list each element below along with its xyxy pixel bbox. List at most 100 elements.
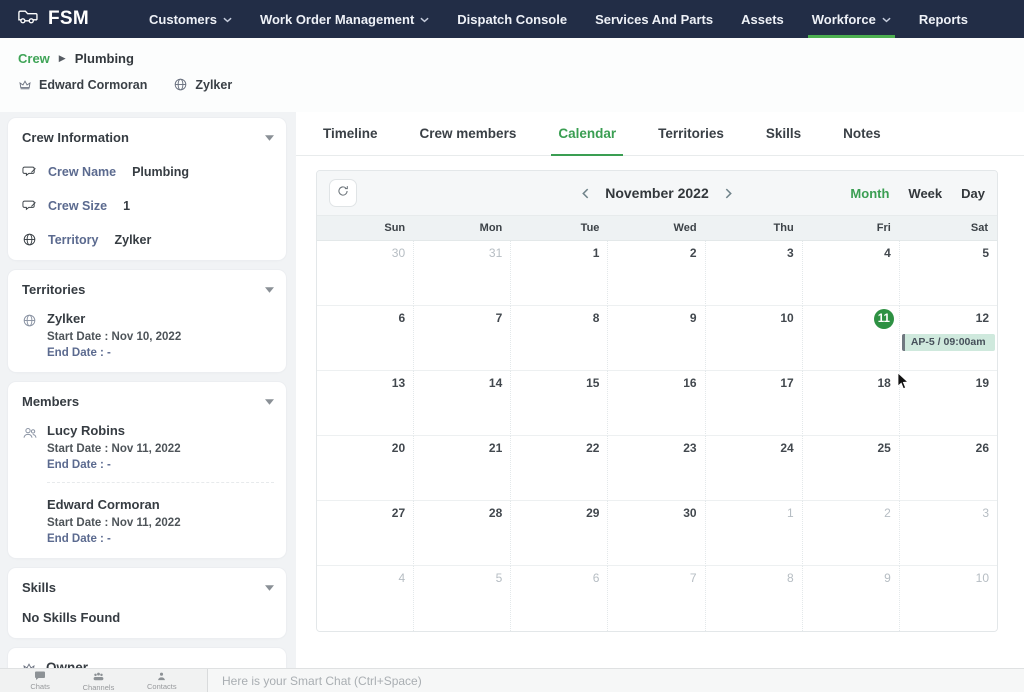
calendar-cell[interactable]: 20 xyxy=(317,436,414,501)
calendar-cell[interactable]: 18 xyxy=(803,371,900,436)
tab-territories[interactable]: Territories xyxy=(637,112,745,155)
territories-header[interactable]: Territories xyxy=(22,282,274,297)
tab-timeline[interactable]: Timeline xyxy=(302,112,399,155)
refresh-button[interactable] xyxy=(329,179,357,207)
calendar-cell[interactable]: 2 xyxy=(608,241,705,306)
dock-item-channels[interactable]: Channels xyxy=(83,670,115,692)
calendar-cell[interactable]: 10 xyxy=(706,306,803,371)
calendar-cell[interactable]: 13 xyxy=(317,371,414,436)
calendar-cell[interactable]: 5 xyxy=(414,566,511,631)
calendar-cell[interactable]: 3 xyxy=(900,501,997,566)
chat-dock: Chats Channels Contacts xyxy=(0,669,208,692)
calendar-cell[interactable]: 30 xyxy=(317,241,414,306)
prev-month-button[interactable] xyxy=(579,185,592,202)
day-number: 14 xyxy=(489,376,502,390)
nav-item-dispatch-console[interactable]: Dispatch Console xyxy=(443,0,581,38)
calendar-cell[interactable]: 14 xyxy=(414,371,511,436)
tab-calendar[interactable]: Calendar xyxy=(537,112,637,155)
calendar-cell[interactable]: 7 xyxy=(414,306,511,371)
nav-item-reports[interactable]: Reports xyxy=(905,0,982,38)
calendar-cell[interactable]: 23 xyxy=(608,436,705,501)
breadcrumb-crew-link[interactable]: Crew xyxy=(18,51,50,66)
calendar-cell[interactable]: 8 xyxy=(706,566,803,631)
collapse-caret-icon[interactable] xyxy=(265,399,274,405)
nav-item-work-order-management[interactable]: Work Order Management xyxy=(246,0,443,38)
today-badge[interactable]: 11 xyxy=(874,309,894,329)
calendar-cell[interactable]: 4 xyxy=(803,241,900,306)
owner-header[interactable]: Owner xyxy=(22,660,274,668)
collapse-caret-icon[interactable] xyxy=(265,135,274,141)
collapse-caret-icon[interactable] xyxy=(265,287,274,293)
dock-item-label: Contacts xyxy=(147,683,177,691)
calendar-cell[interactable]: 1 xyxy=(706,501,803,566)
next-month-button[interactable] xyxy=(722,185,735,202)
entity-start-date: Start Date : Nov 11, 2022 xyxy=(47,517,181,529)
app-logo[interactable]: FSM xyxy=(14,7,89,32)
calendar-cell[interactable]: 27 xyxy=(317,501,414,566)
record-territory: Zylker xyxy=(173,77,232,92)
day-number: 17 xyxy=(780,376,793,390)
nav-item-label: Work Order Management xyxy=(260,12,414,27)
calendar-cell[interactable]: 24 xyxy=(706,436,803,501)
view-week-button[interactable]: Week xyxy=(908,186,942,201)
crew-information-header[interactable]: Crew Information xyxy=(22,130,274,145)
day-number: 16 xyxy=(683,376,696,390)
day-number: 22 xyxy=(586,441,599,455)
view-day-button[interactable]: Day xyxy=(961,186,985,201)
tab-crew-members[interactable]: Crew members xyxy=(399,112,538,155)
nav-item-customers[interactable]: Customers xyxy=(135,0,246,38)
calendar-cell[interactable]: 6 xyxy=(317,306,414,371)
calendar-cell[interactable]: 25 xyxy=(803,436,900,501)
skills-title: Skills xyxy=(22,580,56,595)
crown-icon xyxy=(18,78,32,92)
list-item: ZylkerStart Date : Nov 10, 2022End Date … xyxy=(22,311,274,359)
calendar-cell[interactable]: 4 xyxy=(317,566,414,631)
nav-item-assets[interactable]: Assets xyxy=(727,0,798,38)
calendar-cell[interactable]: 12AP-5 / 09:00am xyxy=(900,306,997,371)
calendar-cell[interactable]: 6 xyxy=(511,566,608,631)
calendar-cell[interactable]: 30 xyxy=(608,501,705,566)
top-nav: FSM Customers Work Order Management Dispat… xyxy=(0,0,1024,38)
nav-item-workforce[interactable]: Workforce xyxy=(798,0,905,38)
calendar-cell[interactable]: 5 xyxy=(900,241,997,306)
calendar-cell[interactable]: 9 xyxy=(608,306,705,371)
smart-chat-input[interactable]: Here is your Smart Chat (Ctrl+Space) xyxy=(208,669,1024,692)
calendar-cell[interactable]: 8 xyxy=(511,306,608,371)
dock-item-contacts[interactable]: Contacts xyxy=(147,671,177,691)
dock-item-chats[interactable]: Chats xyxy=(30,670,50,691)
weekday-label: Thu xyxy=(706,222,803,234)
territories-list: ZylkerStart Date : Nov 10, 2022End Date … xyxy=(22,311,274,359)
view-month-button[interactable]: Month xyxy=(850,186,889,201)
calendar-cell[interactable]: 1 xyxy=(511,241,608,306)
calendar-cell[interactable]: 16 xyxy=(608,371,705,436)
event-chip[interactable]: AP-5 / 09:00am xyxy=(902,334,995,351)
members-header[interactable]: Members xyxy=(22,394,274,409)
calendar-cell[interactable]: 3 xyxy=(706,241,803,306)
calendar-cell[interactable]: 17 xyxy=(706,371,803,436)
tab-skills[interactable]: Skills xyxy=(745,112,822,155)
calendar-cell[interactable]: 21 xyxy=(414,436,511,501)
calendar-cell[interactable]: 22 xyxy=(511,436,608,501)
calendar-cell[interactable]: 29 xyxy=(511,501,608,566)
calendar-cell[interactable]: 15 xyxy=(511,371,608,436)
calendar-cell[interactable]: 28 xyxy=(414,501,511,566)
skills-header[interactable]: Skills xyxy=(22,580,274,595)
nav-item-services-and-parts[interactable]: Services And Parts xyxy=(581,0,727,38)
day-number: 30 xyxy=(392,246,405,260)
nav-item-label: Services And Parts xyxy=(595,12,713,27)
calendar-cell[interactable]: 11 xyxy=(803,306,900,371)
calendar-cell[interactable]: 9 xyxy=(803,566,900,631)
skills-card: Skills No Skills Found xyxy=(8,568,286,638)
calendar-cell[interactable]: 19 xyxy=(900,371,997,436)
calendar-cell[interactable]: 10 xyxy=(900,566,997,631)
collapse-caret-icon[interactable] xyxy=(265,585,274,591)
chevron-left-icon xyxy=(582,188,589,199)
calendar-cell[interactable]: 2 xyxy=(803,501,900,566)
entity-name: Edward Cormoran xyxy=(47,497,181,512)
calendar-cell[interactable]: 26 xyxy=(900,436,997,501)
calendar-cell[interactable]: 7 xyxy=(608,566,705,631)
calendar-cell[interactable]: 31 xyxy=(414,241,511,306)
entity-start-date: Start Date : Nov 11, 2022 xyxy=(47,443,181,455)
day-number: 9 xyxy=(690,311,697,325)
tab-notes[interactable]: Notes xyxy=(822,112,902,155)
